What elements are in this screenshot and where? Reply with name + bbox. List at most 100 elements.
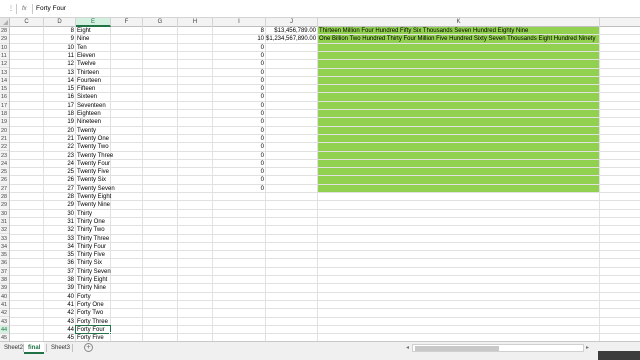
- cell-e[interactable]: Thirty Nine: [77, 284, 110, 292]
- cell-i[interactable]: 0: [213, 143, 264, 151]
- cell-d[interactable]: 43: [44, 318, 74, 326]
- row-header[interactable]: 20: [0, 127, 9, 135]
- cell-i[interactable]: 0: [213, 168, 264, 176]
- cell-e[interactable]: Thirty Five: [77, 251, 110, 259]
- more-options-icon[interactable]: ⋮: [8, 4, 14, 14]
- cell-e[interactable]: Twenty Seven: [77, 185, 115, 193]
- cell-e[interactable]: Nineteen: [77, 118, 110, 126]
- column-header-i[interactable]: I: [213, 18, 266, 27]
- row-header[interactable]: 16: [0, 93, 9, 102]
- row-header[interactable]: 18: [0, 110, 9, 119]
- row-header[interactable]: 28: [0, 27, 9, 36]
- cell-e[interactable]: Thirty Four: [77, 243, 110, 251]
- cell-e[interactable]: Ten: [77, 44, 110, 52]
- row-header[interactable]: 31: [0, 218, 9, 227]
- cell-e[interactable]: Thirty: [77, 210, 110, 218]
- cell-e[interactable]: Twenty Two: [77, 143, 110, 151]
- row-header[interactable]: 24: [0, 160, 9, 169]
- column-header-e[interactable]: E: [76, 18, 111, 27]
- cell-e[interactable]: Forty Five: [77, 334, 110, 341]
- cell-d[interactable]: 10: [44, 44, 74, 52]
- cell-d[interactable]: 44: [44, 326, 74, 334]
- cell-d[interactable]: 29: [44, 201, 74, 209]
- cell-e[interactable]: Twenty Four: [77, 160, 110, 168]
- cell-i[interactable]: 0: [213, 135, 264, 143]
- cell-e[interactable]: Forty Two: [77, 309, 110, 317]
- scroll-right-icon[interactable]: ▸: [586, 344, 589, 351]
- cell-e[interactable]: Fourteen: [77, 77, 110, 85]
- cell-e[interactable]: Twenty Eight: [77, 193, 111, 201]
- cell-e[interactable]: Thirty Seven: [77, 268, 111, 276]
- cell-i[interactable]: 0: [213, 69, 264, 77]
- row-header[interactable]: 35: [0, 251, 9, 260]
- cell-d[interactable]: 25: [44, 168, 74, 176]
- cell-j[interactable]: $1,234,567,890.00: [266, 35, 316, 43]
- cell-e[interactable]: Eleven: [77, 52, 110, 60]
- cell-i[interactable]: 0: [213, 127, 264, 135]
- fx-icon[interactable]: fx: [22, 4, 27, 14]
- cell-d[interactable]: 16: [44, 93, 74, 101]
- cell-e[interactable]: Forty One: [77, 301, 110, 309]
- cell-d[interactable]: 38: [44, 276, 74, 284]
- cell-e[interactable]: Twenty One: [77, 135, 110, 143]
- cell-d[interactable]: 26: [44, 176, 74, 184]
- column-header-k[interactable]: K: [318, 18, 600, 27]
- cell-e[interactable]: Eight: [77, 27, 110, 35]
- cell-e[interactable]: Forty Three: [77, 318, 110, 326]
- row-header[interactable]: 30: [0, 210, 9, 218]
- cell-d[interactable]: 15: [44, 85, 74, 93]
- cell-d[interactable]: 39: [44, 284, 74, 292]
- cell-e[interactable]: Seventeen: [77, 102, 110, 110]
- scroll-left-icon[interactable]: ◂: [406, 344, 409, 351]
- cell-e[interactable]: Twenty Three: [77, 152, 113, 160]
- cell-d[interactable]: 11: [44, 52, 74, 60]
- row-header[interactable]: 29: [0, 35, 9, 44]
- spreadsheet-grid[interactable]: 8 9 10 11 12 13 14 15 16 17 18 19 20 21 22 23 24 25 26 27 28…: [10, 27, 640, 341]
- cell-i[interactable]: 0: [213, 52, 264, 60]
- cell-e[interactable]: Nine: [77, 35, 110, 43]
- cell-i[interactable]: 0: [213, 102, 264, 110]
- row-header[interactable]: 44: [0, 325, 9, 335]
- row-header[interactable]: 43: [0, 318, 9, 326]
- row-header[interactable]: 23: [0, 152, 9, 160]
- cell-i[interactable]: 0: [213, 60, 264, 68]
- column-header-blank[interactable]: [600, 18, 640, 27]
- sheet-tab-sheet3[interactable]: Sheet3: [47, 342, 74, 354]
- cell-i[interactable]: 0: [213, 85, 264, 93]
- row-header[interactable]: 25: [0, 168, 9, 177]
- cell-d[interactable]: 12: [44, 60, 74, 68]
- cell-e[interactable]: Thirty Eight: [77, 276, 110, 284]
- cell-d[interactable]: 28: [44, 193, 74, 201]
- scrollbar-thumb[interactable]: [415, 346, 499, 351]
- cell-i[interactable]: 0: [213, 110, 264, 118]
- column-header-h[interactable]: H: [178, 18, 213, 27]
- cell-d[interactable]: 21: [44, 135, 74, 143]
- cell-d[interactable]: 23: [44, 152, 74, 160]
- cell-d[interactable]: 13: [44, 69, 74, 77]
- row-header[interactable]: 38: [0, 276, 9, 285]
- cell-i[interactable]: 10: [213, 35, 264, 43]
- cell-j[interactable]: $13,456,789.00: [266, 27, 316, 35]
- row-header[interactable]: 13: [0, 69, 9, 77]
- row-header[interactable]: 15: [0, 85, 9, 94]
- row-header[interactable]: 34: [0, 243, 9, 252]
- row-header[interactable]: 45: [0, 334, 9, 341]
- row-header[interactable]: 14: [0, 77, 9, 86]
- cell-i[interactable]: 0: [213, 77, 264, 85]
- cell-e[interactable]: Twenty Nine: [77, 201, 110, 209]
- cell-e[interactable]: Thirty Three: [77, 235, 110, 243]
- cell-k[interactable]: Thirteen Million Four Hundred Fifty Six …: [319, 27, 599, 35]
- cell-d[interactable]: 18: [44, 110, 74, 118]
- cell-d[interactable]: 41: [44, 301, 74, 309]
- column-header-j[interactable]: J: [266, 18, 318, 27]
- cell-i[interactable]: 0: [213, 176, 264, 184]
- cell-d[interactable]: 32: [44, 226, 74, 234]
- row-header[interactable]: 21: [0, 135, 9, 144]
- cell-i[interactable]: 8: [213, 27, 264, 35]
- column-header-f[interactable]: F: [111, 18, 143, 27]
- horizontal-scrollbar[interactable]: [412, 344, 584, 352]
- column-header-c[interactable]: C: [10, 18, 44, 27]
- cell-e[interactable]: Twenty Five: [77, 168, 110, 176]
- cell-d[interactable]: 14: [44, 77, 74, 85]
- cell-d[interactable]: 22: [44, 143, 74, 151]
